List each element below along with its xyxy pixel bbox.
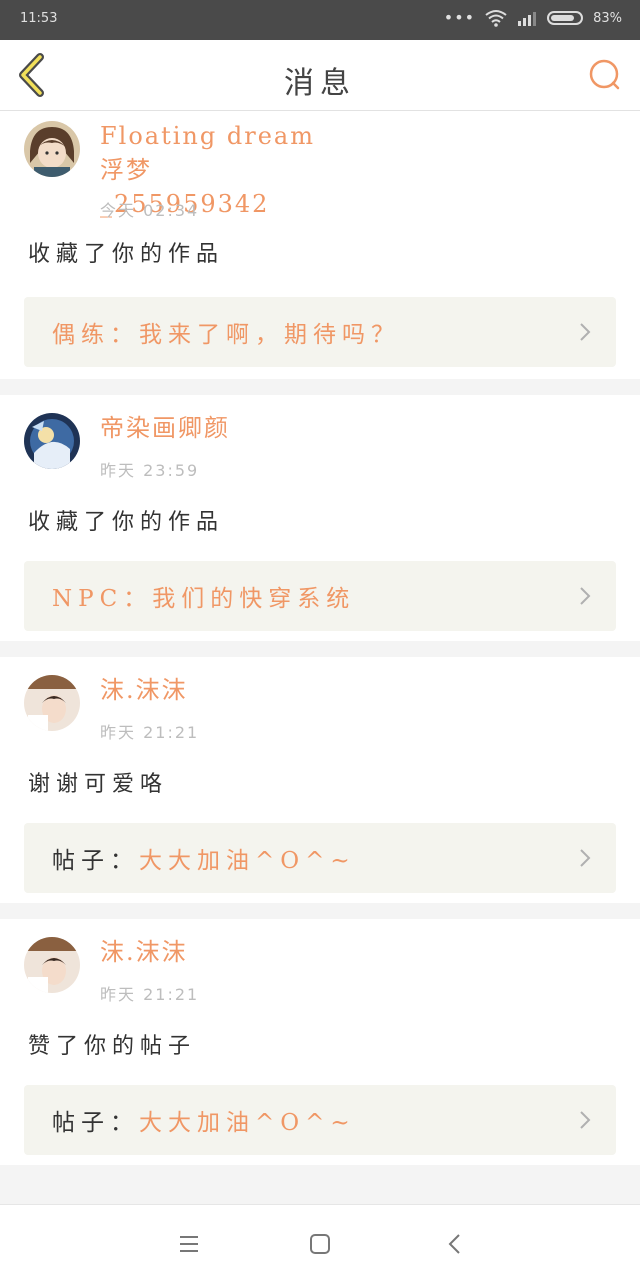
status-bar: 11:53 ••• 83% <box>0 0 640 40</box>
message-list: Floating dream 浮梦_255959342 今天 02:34 收藏了… <box>0 111 640 1181</box>
user-name[interactable]: 沫.沫沫 <box>100 673 188 707</box>
action-text: 收藏了你的作品 <box>28 510 225 535</box>
title-bar: 消息 <box>0 40 640 111</box>
ref-prefix: 帖子： <box>52 848 139 874</box>
ref-title: 偶练：我来了啊，期待吗？ <box>52 322 400 348</box>
battery-level <box>551 15 575 21</box>
action-text: 收藏了你的作品 <box>28 242 225 267</box>
wifi-icon <box>485 10 507 27</box>
referenced-post[interactable]: 帖子： 大大加油^O^~ <box>24 1085 616 1155</box>
message-header: Floating dream 浮梦_255959342 今天 02:34 <box>0 111 640 223</box>
message-time: 昨天 21:21 <box>100 985 200 1004</box>
message-time: 今天 02:34 <box>100 201 200 220</box>
referenced-work[interactable]: 偶练：我来了啊，期待吗？ <box>24 297 616 367</box>
battery-text: 83% <box>593 10 622 26</box>
chevron-right-icon <box>580 323 591 341</box>
message-card: 沫.沫沫 昨天 21:21 赞了你的帖子 帖子： 大大加油^O^~ <box>0 919 640 1165</box>
more-dots-icon: ••• <box>443 8 476 27</box>
chevron-right-icon <box>580 1111 591 1129</box>
menu-icon[interactable] <box>176 1231 202 1257</box>
message-card: 沫.沫沫 昨天 21:21 谢谢可爱咯 帖子： 大大加油^O^~ <box>0 657 640 903</box>
chevron-right-icon <box>580 587 591 605</box>
user-name[interactable]: 帝染画卿颜 <box>100 411 230 445</box>
back-triangle-icon[interactable] <box>442 1231 468 1257</box>
message-header: 帝染画卿颜 昨天 23:59 <box>0 395 640 495</box>
avatar-boy-icon[interactable] <box>24 937 80 993</box>
ref-prefix: 帖子： <box>52 1110 139 1136</box>
search-icon[interactable] <box>582 52 628 98</box>
chevron-right-icon <box>580 849 591 867</box>
avatar-girl-icon[interactable] <box>24 121 80 177</box>
ref-title: 大大加油^O^~ <box>139 848 356 874</box>
message-card: Floating dream 浮梦_255959342 今天 02:34 收藏了… <box>0 111 640 379</box>
page-title: 消息 <box>284 66 356 101</box>
message-time: 昨天 21:21 <box>100 723 200 742</box>
status-time: 11:53 <box>20 11 58 26</box>
signal-icon <box>518 12 537 26</box>
ref-title: NPC：我们的快穿系统 <box>52 586 356 612</box>
status-right: ••• 83% <box>444 8 622 28</box>
avatar-anime-icon[interactable] <box>24 413 80 469</box>
system-nav-bar <box>0 1204 640 1281</box>
action-text: 赞了你的帖子 <box>28 1034 197 1059</box>
message-header: 沫.沫沫 昨天 21:21 <box>0 657 640 757</box>
message-card: 帝染画卿颜 昨天 23:59 收藏了你的作品 NPC：我们的快穿系统 <box>0 395 640 641</box>
action-text: 谢谢可爱咯 <box>28 772 169 797</box>
user-name[interactable]: 沫.沫沫 <box>100 935 188 969</box>
avatar-boy-icon[interactable] <box>24 675 80 731</box>
ref-title: 大大加油^O^~ <box>139 1110 356 1136</box>
referenced-work[interactable]: NPC：我们的快穿系统 <box>24 561 616 631</box>
message-time: 昨天 23:59 <box>100 461 200 480</box>
message-header: 沫.沫沫 昨天 21:21 <box>0 919 640 1019</box>
battery-icon <box>547 11 584 25</box>
referenced-post[interactable]: 帖子： 大大加油^O^~ <box>24 823 616 893</box>
home-square-icon[interactable] <box>307 1231 333 1257</box>
